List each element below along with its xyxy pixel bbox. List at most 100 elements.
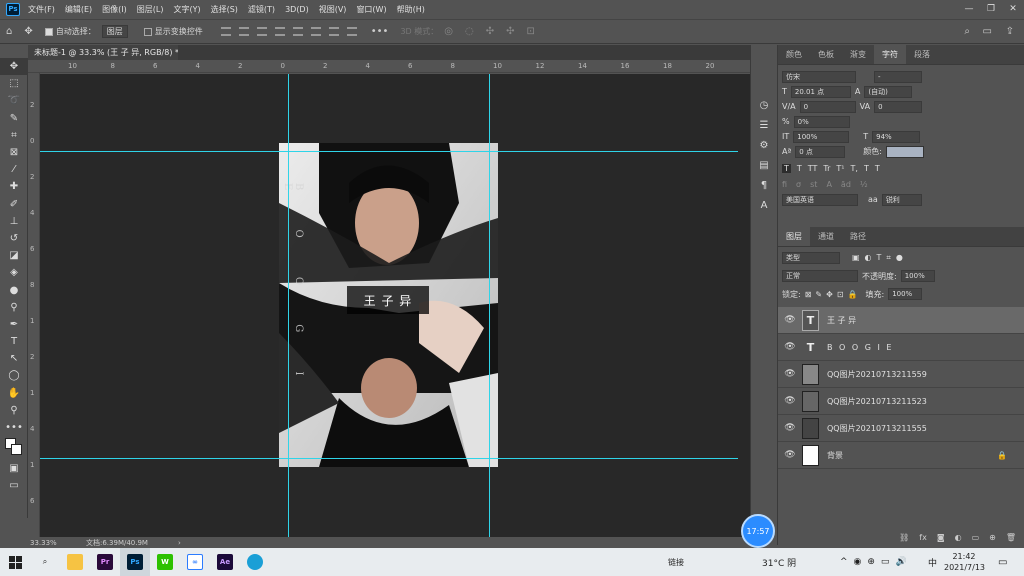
font-size-field[interactable]: 20.01 点: [790, 85, 851, 98]
align-right-icon[interactable]: [256, 27, 267, 36]
faux-italic-button[interactable]: T: [797, 164, 802, 173]
baseline-field[interactable]: 0 点: [795, 145, 846, 158]
search-icon[interactable]: ⌕: [964, 26, 970, 37]
delete-layer-icon[interactable]: 🗑: [1006, 533, 1016, 542]
eye-icon[interactable]: 👁: [778, 315, 802, 325]
notes-label[interactable]: 链接: [668, 557, 684, 568]
distribute-icon[interactable]: [328, 27, 339, 36]
align-middle-icon[interactable]: [292, 27, 303, 36]
healing-tool-icon[interactable]: ✚: [0, 178, 28, 195]
clock[interactable]: 21:42 2021/7/13: [944, 551, 985, 573]
fraction-icon[interactable]: ½: [860, 180, 868, 189]
color-swatches[interactable]: [0, 436, 28, 460]
dodge-tool-icon[interactable]: ⚲: [0, 299, 28, 316]
guide-horizontal-top[interactable]: [40, 151, 738, 152]
all-caps-button[interactable]: TT: [808, 164, 818, 173]
document-canvas[interactable]: 王 子 异 B O O G I E: [279, 143, 498, 467]
share-icon[interactable]: ⇪: [1006, 26, 1014, 37]
history-panel-icon[interactable]: ◷: [751, 95, 777, 115]
brush-tool-icon[interactable]: ✐: [0, 196, 28, 213]
new-layer-icon[interactable]: ⊕: [989, 533, 996, 542]
baidu-netdisk-icon[interactable]: ∞: [180, 548, 210, 576]
titling-icon[interactable]: ād: [841, 180, 851, 189]
adjustments-panel-icon[interactable]: ☰: [751, 115, 777, 135]
lock-icon[interactable]: 🔒: [997, 451, 1007, 460]
eye-icon[interactable]: 👁: [778, 369, 802, 379]
fill-field[interactable]: 100%: [888, 288, 923, 300]
group-icon[interactable]: ▭: [972, 533, 980, 542]
paint-bucket-icon[interactable]: ◈: [0, 264, 28, 281]
minimize-button[interactable]: —: [958, 0, 980, 18]
weather-label[interactable]: 31°C 阴: [762, 556, 796, 569]
swash-icon[interactable]: σ: [796, 180, 801, 189]
layer-row[interactable]: 👁 QQ图片20210713211523: [778, 388, 1024, 415]
menu-select[interactable]: 选择(S): [211, 4, 238, 15]
auto-select-checkbox[interactable]: [44, 27, 53, 36]
windows-start-icon[interactable]: [0, 548, 30, 576]
maximize-button[interactable]: ❐: [980, 0, 1002, 18]
tracking-field[interactable]: 0: [874, 100, 923, 113]
fx-icon[interactable]: fx: [919, 533, 927, 542]
tsume-field[interactable]: 0%: [793, 115, 850, 128]
move-tool-icon[interactable]: ✥: [0, 58, 28, 76]
horizontal-ruler[interactable]: 10 8 6 4 2 0 2 4 6 8 10 12 14 16 18 20: [28, 60, 774, 73]
edge-icon[interactable]: [240, 548, 270, 576]
strikethrough-button[interactable]: T: [875, 164, 880, 173]
layer-row[interactable]: 👁 背景 🔒: [778, 442, 1024, 469]
notification-icon[interactable]: ▭: [998, 557, 1007, 568]
layer-row[interactable]: 👁 T 王 子 异: [778, 307, 1024, 334]
menu-view[interactable]: 视图(V): [319, 4, 347, 15]
history-brush-icon[interactable]: ↺: [0, 230, 28, 247]
layer-filter-icons[interactable]: ▣◐T⌗●: [852, 253, 908, 263]
type-tool-icon[interactable]: T: [0, 333, 28, 350]
layer-row[interactable]: 👁 QQ图片20210713211559: [778, 361, 1024, 388]
lock-icons[interactable]: ⊠✎✥⊡🔒: [805, 290, 862, 299]
faux-bold-button[interactable]: T: [782, 163, 791, 173]
ligature-icon[interactable]: fi: [782, 180, 787, 189]
opacity-field[interactable]: 100%: [900, 270, 935, 282]
eye-icon[interactable]: 👁: [778, 450, 802, 460]
path-select-icon[interactable]: ↖: [0, 350, 28, 367]
pen-tool-icon[interactable]: ✒: [0, 316, 28, 333]
paragraph-panel-icon[interactable]: ¶: [751, 175, 777, 195]
stylistic-icon[interactable]: st: [810, 180, 817, 189]
text-color-swatch[interactable]: [885, 145, 924, 158]
crop-tool-icon[interactable]: ⌗: [0, 127, 28, 144]
photoshop-taskbar-icon[interactable]: Ps: [120, 548, 150, 576]
after-effects-icon[interactable]: Ae: [210, 548, 240, 576]
language-select[interactable]: 美国英语: [782, 193, 858, 206]
layer-filter-select[interactable]: 类型: [782, 252, 840, 264]
menu-layer[interactable]: 图层(L): [137, 4, 164, 15]
quick-select-tool-icon[interactable]: ✎: [0, 110, 28, 127]
3d-pan-icon[interactable]: ✣: [486, 26, 494, 37]
title-text-layer[interactable]: 王 子 异: [347, 286, 429, 314]
menu-help[interactable]: 帮助(H): [397, 4, 425, 15]
ordinal-icon[interactable]: A: [826, 180, 831, 189]
align-top-icon[interactable]: [274, 27, 285, 36]
stamp-tool-icon[interactable]: ⊥: [0, 213, 28, 230]
premiere-icon[interactable]: Pr: [90, 548, 120, 576]
guide-horizontal-bottom[interactable]: [40, 458, 738, 459]
eraser-tool-icon[interactable]: ◪: [0, 247, 28, 264]
file-explorer-icon[interactable]: [60, 548, 90, 576]
small-caps-button[interactable]: Tr: [823, 164, 830, 173]
layer-row[interactable]: 👁 QQ图片20210713211555: [778, 415, 1024, 442]
vertical-scale-field[interactable]: 100%: [793, 130, 850, 143]
more-tools-icon[interactable]: •••: [0, 419, 28, 436]
superscript-button[interactable]: T¹: [836, 164, 844, 173]
lasso-tool-icon[interactable]: ➰: [0, 92, 28, 109]
menu-filter[interactable]: 滤镜(T): [248, 4, 275, 15]
eye-icon[interactable]: 👁: [778, 342, 802, 352]
menu-file[interactable]: 文件(F): [28, 4, 55, 15]
status-chevron-icon[interactable]: ›: [178, 539, 181, 547]
tab-channels[interactable]: 通道: [810, 227, 842, 246]
underline-button[interactable]: T: [864, 164, 869, 173]
align-left-icon[interactable]: [220, 27, 231, 36]
move-tool-icon[interactable]: ✥: [24, 26, 32, 37]
auto-select-dropdown[interactable]: 图层: [101, 25, 128, 38]
eyedropper-tool-icon[interactable]: ⁄: [0, 161, 28, 178]
align-center-icon[interactable]: [238, 27, 249, 36]
search-icon[interactable]: ⌕: [30, 548, 60, 576]
link-layers-icon[interactable]: ⛓: [899, 533, 909, 542]
tab-character[interactable]: 字符: [874, 45, 906, 64]
